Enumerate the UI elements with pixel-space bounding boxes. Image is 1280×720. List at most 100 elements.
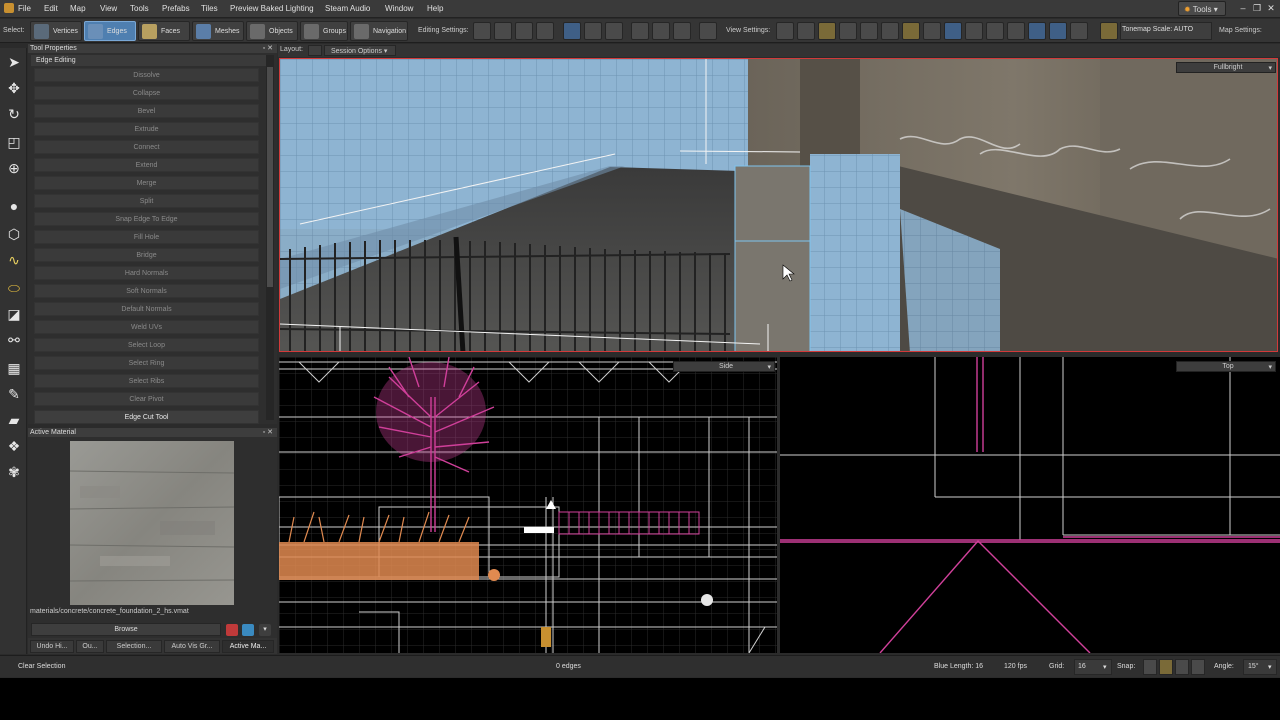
edge-cut-tool-button[interactable]: Edge Cut Tool [34,410,259,424]
tab-undo-history[interactable]: Undo Hi... [30,640,74,653]
view-lighting-icon[interactable] [776,22,794,40]
transform-icon[interactable] [605,22,623,40]
bounds-icon[interactable] [536,22,554,40]
scrollbar-thumb[interactable] [267,67,273,287]
view-sphere-icon[interactable] [839,22,857,40]
menu-steam-audio[interactable]: Steam Audio [325,4,370,13]
texture-tool-icon[interactable]: ▦ [4,358,24,378]
side-view-dropdown[interactable]: Side ▾ [673,361,775,372]
connect-button[interactable]: Connect [34,140,259,154]
menu-window[interactable]: Window [385,4,413,13]
clip-tool-icon[interactable]: ◪ [4,304,24,324]
top-view-dropdown[interactable]: Top ▾ [1176,361,1276,372]
merge-button[interactable]: Merge [34,176,259,190]
navigation-mode-button[interactable]: Navigation [350,21,408,41]
snap-surface-icon[interactable] [1191,659,1205,675]
top-viewport[interactable] [780,357,1280,653]
view-shield-icon[interactable] [818,22,836,40]
close-icon[interactable]: ✕ [1266,3,1276,13]
view-effects-icon[interactable] [1070,22,1088,40]
menu-view[interactable]: View [100,4,117,13]
extend-button[interactable]: Extend [34,158,259,172]
view-line-icon[interactable] [965,22,983,40]
grid-size-dropdown[interactable]: 16 ▾ [1074,659,1112,675]
pivot-icon[interactable] [515,22,533,40]
hard-normals-button[interactable]: Hard Normals [34,266,259,280]
select-ring-button[interactable]: Select Ring [34,356,259,370]
path-tool-icon[interactable]: ∿ [4,250,24,270]
menu-file[interactable]: File [18,4,31,13]
browse-button[interactable]: Browse [31,623,221,636]
rotate-tool-icon[interactable]: ↻ [4,104,24,124]
material-apply-icon[interactable] [242,624,254,636]
view-fog-icon[interactable] [1028,22,1046,40]
select-loop-button[interactable]: Select Loop [34,338,259,352]
clear-pivot-button[interactable]: Clear Pivot [34,392,259,406]
move-tool-icon[interactable]: ✥ [4,78,24,98]
snap-edge-to-edge-button[interactable]: Snap Edge To Edge [34,212,259,226]
minimize-icon[interactable]: – [1238,3,1248,13]
material-thumbnail[interactable] [70,441,234,605]
scale-tool-icon[interactable]: ◰ [4,132,24,152]
perspective-viewport[interactable] [279,58,1278,352]
bridge-button[interactable]: Bridge [34,248,259,262]
snap-angle-icon[interactable] [1175,659,1189,675]
split-button[interactable]: Split [34,194,259,208]
block-tool-icon[interactable]: ⬡ [4,224,24,244]
fill-hole-button[interactable]: Fill Hole [34,230,259,244]
tab-selection[interactable]: Selection... [106,640,162,653]
bevel-button[interactable]: Bevel [34,104,259,118]
snap-icon[interactable] [473,22,491,40]
menu-preview-baked-lighting[interactable]: Preview Baked Lighting [230,4,314,13]
decal-tool-icon[interactable]: ▰ [4,410,24,430]
pivot-tool-icon[interactable]: ⊕ [4,158,24,178]
view-arrow-icon[interactable] [881,22,899,40]
panel-float-close-icon[interactable]: ▫ ✕ [263,428,273,436]
view-wire-icon[interactable] [797,22,815,40]
polygon-tool-icon[interactable]: ⬭ [4,278,24,298]
view-flag-icon[interactable] [860,22,878,40]
snap-grid-icon[interactable] [1143,659,1157,675]
session-options-dropdown[interactable]: Session Options ▾ [324,45,396,56]
menu-tools[interactable]: Tools [130,4,149,13]
material-pick-icon[interactable] [226,624,238,636]
select-ribs-button[interactable]: Select Ribs [34,374,259,388]
weld-uvs-button[interactable]: Weld UVs [34,320,259,334]
groups-mode-button[interactable]: Groups [300,21,348,41]
layout-dropdown[interactable] [308,45,322,56]
view-cross-icon[interactable] [986,22,1004,40]
panel-float-close-icon[interactable]: ▫ ✕ [263,44,273,52]
tool-properties-scrollbar[interactable] [266,55,274,420]
chevron-down-icon[interactable]: ▾ [259,624,271,636]
objects-mode-button[interactable]: Objects [246,21,298,41]
tab-outliner[interactable]: Ou... [76,640,104,653]
dissolve-button[interactable]: Dissolve [34,68,259,82]
view-person-icon[interactable] [1007,22,1025,40]
tab-active-material[interactable]: Active Ma... [222,640,274,653]
paint-tool-icon[interactable]: ✎ [4,384,24,404]
foliage-tool-icon[interactable]: ✾ [4,462,24,482]
extrude-button[interactable]: Extrude [34,122,259,136]
default-normals-button[interactable]: Default Normals [34,302,259,316]
render-mode-dropdown[interactable]: Fullbright ▾ [1176,62,1276,73]
faces-mode-button[interactable]: Faces [138,21,190,41]
view-material-icon[interactable] [902,22,920,40]
view-cube-icon[interactable] [944,22,962,40]
align-icon[interactable] [494,22,512,40]
collapse-button[interactable]: Collapse [34,86,259,100]
vertices-mode-button[interactable]: Vertices [30,21,82,41]
side-viewport[interactable] [279,357,777,653]
light-tool-icon[interactable]: ● [4,196,24,216]
angle-dropdown[interactable]: 15° ▾ [1243,659,1277,675]
menu-edit[interactable]: Edit [44,4,58,13]
view-water-icon[interactable] [1049,22,1067,40]
snap-vertex-icon[interactable] [1159,659,1173,675]
entity-tool-icon[interactable]: ❖ [4,436,24,456]
cube-icon[interactable] [584,22,602,40]
texture-lock-icon[interactable] [563,22,581,40]
gamepad-icon[interactable] [699,22,717,40]
light-icon[interactable] [673,22,691,40]
hide-icon[interactable] [652,22,670,40]
menu-tiles[interactable]: Tiles [201,4,218,13]
tab-auto-vis-groups[interactable]: Auto Vis Gr... [164,640,220,653]
